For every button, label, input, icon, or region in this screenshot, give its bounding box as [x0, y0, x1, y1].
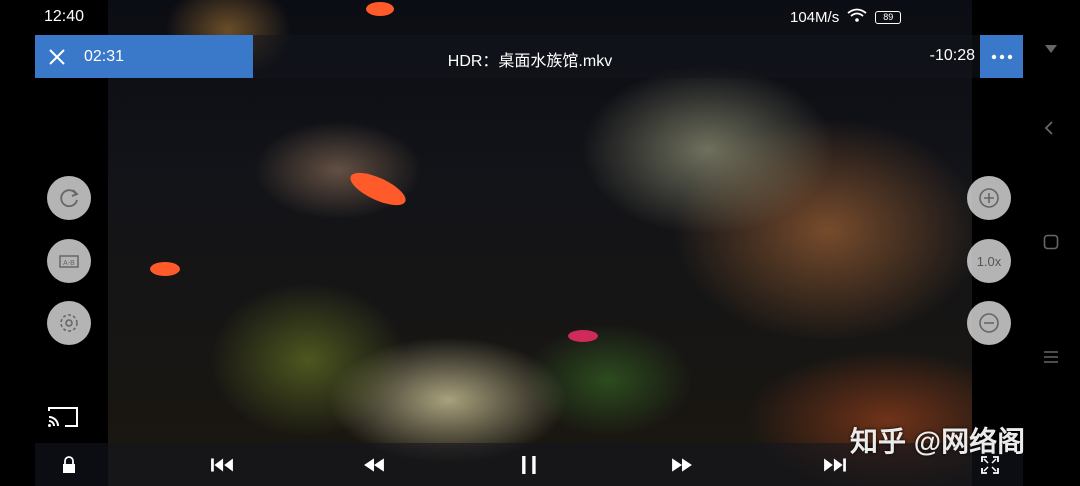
lock-icon [63, 456, 75, 473]
elapsed-time: 02:31 [84, 47, 125, 65]
battery-icon: 89 [875, 10, 902, 24]
zoom-out-button[interactable] [967, 301, 1011, 345]
rotate-button[interactable] [47, 176, 91, 220]
remaining-time: -10:28 [929, 47, 975, 64]
video-title: HDR：桌面水族馆.mkv [447, 53, 613, 70]
back-icon [1044, 121, 1053, 135]
close-icon [48, 48, 65, 65]
rewind-button[interactable] [363, 453, 385, 477]
network-speed: 104M/s [790, 8, 840, 26]
nav-recents-button[interactable] [1043, 350, 1061, 369]
fast-forward-button[interactable] [671, 453, 693, 477]
pause-button[interactable] [519, 453, 539, 477]
pause-icon [522, 456, 536, 474]
player-top-bar: 02:31 HDR：桌面水族馆.mkv -10:28 [35, 35, 1023, 78]
skip-next-button[interactable] [823, 453, 847, 477]
speed-label: 1.0x [976, 253, 1002, 269]
status-time: 12:40 [44, 8, 85, 25]
speed-button[interactable]: 1.0x [967, 239, 1011, 283]
fast-forward-icon [672, 458, 692, 472]
fish-decoration [568, 330, 598, 342]
nav-home-button[interactable] [1043, 234, 1061, 255]
rotate-icon [60, 189, 79, 208]
more-options-button[interactable] [980, 35, 1023, 78]
zoom-out-icon [979, 313, 999, 333]
watermark: 知乎 @网络阁 [850, 426, 1026, 457]
zoom-in-icon [979, 188, 999, 208]
settings-button[interactable] [47, 301, 91, 345]
settings-icon [60, 314, 78, 332]
nav-back-button[interactable] [1043, 120, 1061, 141]
top-left-panel: 02:31 [35, 35, 253, 78]
skip-next-icon [824, 458, 846, 472]
svg-text:A-B: A-B [63, 260, 75, 267]
ab-repeat-button[interactable]: A-B [47, 239, 91, 283]
fish-decoration [366, 2, 394, 16]
fish-decoration [150, 262, 180, 276]
nav-menu-button[interactable] [1043, 42, 1061, 60]
home-icon [1043, 234, 1059, 250]
rewind-icon [364, 458, 384, 472]
status-indicators: 104M/s 89 [790, 8, 902, 26]
recents-icon [1044, 351, 1058, 363]
cast-button[interactable] [47, 405, 79, 429]
close-button[interactable] [35, 35, 78, 78]
ab-repeat-icon: A-B [59, 255, 79, 268]
skip-previous-icon [211, 458, 233, 472]
wifi-icon [847, 8, 867, 26]
chevron-down-icon [1045, 45, 1057, 53]
more-icon [991, 54, 1012, 59]
zoom-in-button[interactable] [967, 176, 1011, 220]
fish-decoration [346, 166, 410, 212]
skip-previous-button[interactable] [210, 453, 234, 477]
lock-button[interactable] [59, 453, 79, 477]
cast-icon [48, 407, 78, 427]
